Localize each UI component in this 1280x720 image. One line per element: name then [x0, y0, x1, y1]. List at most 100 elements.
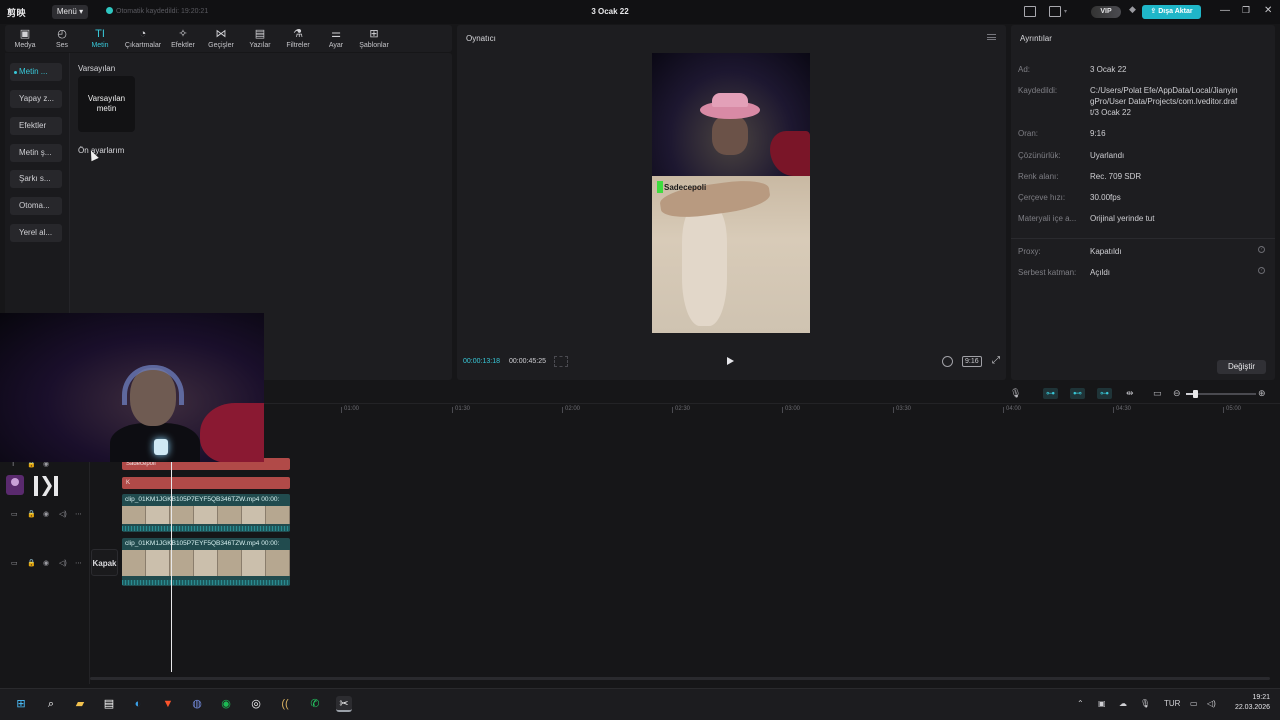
- text-clip[interactable]: K: [122, 477, 290, 489]
- webcam-overlay: [0, 313, 264, 462]
- eye-icon[interactable]: ◉: [43, 559, 49, 567]
- video-preview[interactable]: Sadecepoli: [652, 53, 810, 333]
- discord-icon[interactable]: ◍: [189, 696, 205, 712]
- lock-icon[interactable]: 🔒: [27, 559, 36, 567]
- chevron-down-icon[interactable]: ▾: [1064, 8, 1067, 15]
- tray-chevron-icon[interactable]: ⌃: [1077, 699, 1084, 708]
- whatsapp-icon[interactable]: ✆: [307, 696, 323, 712]
- fullscreen-icon[interactable]: ⤢: [990, 356, 1002, 367]
- tab-label: Şablonlar: [359, 42, 389, 49]
- vip-badge[interactable]: VIP: [1091, 6, 1121, 18]
- microphone-icon[interactable]: 🎙: [1010, 388, 1021, 399]
- fit-screen-icon[interactable]: [942, 356, 953, 367]
- clip-filename: clip_01KM1JGKB105P7EYF5QB346TZW.mp4: [125, 540, 260, 547]
- tray-mic-icon[interactable]: 🎙: [1140, 699, 1150, 708]
- eye-icon[interactable]: ◉: [43, 510, 49, 518]
- waveform-toggle-icon[interactable]: [554, 356, 568, 367]
- player-title: Oynatıcı: [466, 34, 496, 43]
- mute-icon[interactable]: ◁): [59, 559, 67, 567]
- layout-switch-icon[interactable]: [1049, 6, 1061, 17]
- magnet-icon[interactable]: ⊶: [1043, 388, 1058, 399]
- preview-face: [712, 115, 748, 155]
- more-icon[interactable]: ⋯: [75, 510, 82, 518]
- more-icon[interactable]: ⋯: [75, 559, 82, 567]
- caption-icon[interactable]: ▭: [1153, 388, 1162, 399]
- sidebar-item-local[interactable]: Yerel al...: [10, 224, 62, 242]
- sidebar-item-lyrics[interactable]: Şarkı s...: [10, 170, 62, 188]
- tab-effects[interactable]: ✧ Efektler: [163, 28, 203, 49]
- tab-adjust[interactable]: ⚌ Ayar: [316, 28, 356, 49]
- clip-name: clip_01KM1JGKB105P7EYF5QB346TZW.mp4 00:0…: [125, 496, 279, 503]
- cover-button[interactable]: Kapak: [91, 549, 118, 576]
- pro-icon[interactable]: ◆: [1129, 4, 1136, 15]
- tray-app-icon[interactable]: ▣: [1098, 699, 1106, 708]
- detail-label: Çerçeve hızı:: [1018, 193, 1066, 202]
- windows-start-icon[interactable]: ⊞: [13, 696, 29, 712]
- ruler-tick: 05:00: [1222, 406, 1242, 413]
- steam-icon[interactable]: ◎: [248, 696, 264, 712]
- change-button[interactable]: Değiştir: [1217, 360, 1266, 374]
- lock-icon[interactable]: 🔒: [27, 510, 36, 518]
- tab-stickers[interactable]: ◔ Çıkartmalar: [122, 28, 164, 49]
- tab-label: Medya: [14, 42, 36, 49]
- close-icon[interactable]: ✕: [1264, 5, 1272, 16]
- preview-hat-crown: [712, 93, 748, 107]
- search-icon[interactable]: ⌕: [43, 696, 59, 712]
- preview-axis-icon[interactable]: ⊶: [1097, 388, 1112, 399]
- store-icon[interactable]: ▤: [101, 696, 117, 712]
- video-clip-main[interactable]: clip_01KM1JGKB105P7EYF5QB346TZW.mp4 00:0…: [122, 538, 290, 586]
- tab-filters[interactable]: ⚗ Filtreler: [278, 28, 318, 49]
- sidebar-item-text-templates[interactable]: Metin ş...: [10, 144, 62, 162]
- brave-icon[interactable]: ▼: [160, 696, 176, 712]
- help-icon[interactable]: ?: [1258, 267, 1265, 274]
- tab-media[interactable]: ▣ Medya: [5, 28, 45, 49]
- split-icon[interactable]: ⇹: [1126, 388, 1134, 399]
- help-icon[interactable]: ?: [1258, 246, 1265, 253]
- tab-transitions[interactable]: ⋈ Geçişler: [201, 28, 241, 49]
- detail-value-import: Orijinal yerinde tut: [1090, 214, 1155, 223]
- link-icon[interactable]: ⊷: [1070, 388, 1085, 399]
- taskbar-clock[interactable]: 19:21 22.03.2026: [1226, 693, 1270, 713]
- spotify-icon[interactable]: ◉: [218, 696, 234, 712]
- network-icon[interactable]: ▭: [1190, 699, 1198, 708]
- capcut-icon[interactable]: ✂: [336, 696, 352, 712]
- tab-templates[interactable]: ⊞ Şablonlar: [354, 28, 394, 49]
- volume-icon[interactable]: ◁): [1207, 699, 1216, 708]
- sidebar-item-ai[interactable]: Yapay z...: [10, 90, 62, 108]
- timeline-scrollbar[interactable]: [90, 677, 1270, 680]
- maximize-icon[interactable]: ❐: [1242, 5, 1250, 16]
- detail-label: Proxy:: [1018, 247, 1041, 256]
- tab-audio[interactable]: ◴ Ses: [42, 28, 82, 49]
- video-clip-overlay[interactable]: clip_01KM1JGKB105P7EYF5QB346TZW.mp4 00:0…: [122, 494, 290, 532]
- sidebar-item-text-presets[interactable]: Metin ...: [10, 63, 62, 81]
- obs-icon[interactable]: ((: [277, 696, 293, 712]
- zoom-out-icon[interactable]: ⊖: [1173, 388, 1181, 399]
- ruler-tick: 03:00: [781, 406, 801, 413]
- minimize-icon[interactable]: —: [1220, 5, 1230, 16]
- zoom-in-icon[interactable]: ⊕: [1258, 388, 1266, 399]
- tray-cloud-icon[interactable]: ☁: [1119, 699, 1127, 708]
- language-indicator[interactable]: TUR: [1164, 699, 1180, 708]
- play-button[interactable]: [727, 357, 734, 365]
- default-text-card[interactable]: Varsayılan metin: [78, 76, 135, 132]
- zoom-slider-knob[interactable]: [1193, 390, 1198, 398]
- transitions-icon: ⋈: [215, 28, 227, 40]
- tab-text[interactable]: TI Metin: [80, 28, 120, 49]
- mute-icon[interactable]: ◁): [59, 510, 67, 518]
- sidebar-item-effects[interactable]: Efektler: [10, 117, 62, 135]
- sidebar-item-auto[interactable]: Otoma...: [10, 197, 62, 215]
- export-button[interactable]: ⇪ Dışa Aktar: [1142, 5, 1201, 19]
- layout-icon[interactable]: [1024, 6, 1036, 17]
- clip-filename: clip_01KM1JGKB105P7EYF5QB346TZW.mp4: [125, 496, 260, 503]
- player-menu-icon[interactable]: [987, 34, 996, 40]
- file-explorer-icon[interactable]: ▰: [72, 696, 88, 712]
- app-logo: 剪映: [7, 8, 27, 18]
- ratio-button[interactable]: 9:16: [962, 356, 982, 367]
- menu-label: Menü: [56, 7, 77, 16]
- section-default-label: Varsayılan: [78, 64, 116, 73]
- clip-thumbnails: [122, 550, 290, 576]
- edge-icon[interactable]: ◐: [130, 696, 146, 712]
- webcam-light: [154, 439, 168, 455]
- menu-button[interactable]: Menü ▾: [52, 5, 88, 19]
- tab-captions[interactable]: ▤ Yazılar: [240, 28, 280, 49]
